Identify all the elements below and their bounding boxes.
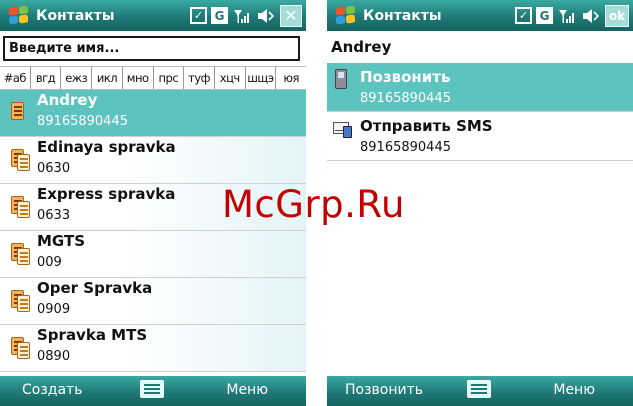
keyboard-icon[interactable]	[140, 380, 164, 398]
sim-contact-icon	[11, 196, 30, 218]
contact-number: 89165890445	[37, 114, 128, 129]
ok-button[interactable]: ok	[605, 4, 629, 27]
action-list: Позвонить 89165890445 Отправить SMS 8916…	[327, 63, 633, 161]
title-bar: Контакты ✓ G ok	[327, 0, 633, 31]
g-icon[interactable]: G	[211, 7, 228, 24]
sim-contact-icon	[11, 337, 30, 359]
contact-item[interactable]: Spravka MTS 0890	[0, 325, 306, 372]
contact-list: Andrey 89165890445 Edinaya spravka 0630 …	[0, 90, 306, 372]
action-number: 89165890445	[360, 140, 451, 155]
sms-icon	[333, 118, 353, 138]
menu-softkey[interactable]: Меню	[226, 382, 268, 398]
window-title: Контакты	[36, 7, 115, 24]
sim-contact-icon	[11, 149, 30, 171]
contact-number: 0630	[37, 161, 71, 176]
action-label: Отправить SMS	[360, 117, 493, 135]
softkey-bar: Позвонить Меню	[327, 376, 633, 406]
contact-number: 0633	[37, 208, 71, 223]
alpha-tab[interactable]: икл	[92, 67, 123, 89]
alpha-tab[interactable]: хцч	[215, 67, 246, 89]
start-menu-icon[interactable]	[6, 4, 30, 27]
alphabet-filter: #аб вгд ежз икл мно прс туф хцч шщэ юя	[0, 66, 306, 90]
g-icon[interactable]: G	[536, 7, 553, 24]
alpha-tab[interactable]: шщэ	[246, 67, 277, 89]
volume-icon[interactable]	[581, 6, 601, 26]
contact-name: Oper Spravka	[37, 279, 153, 297]
search-input[interactable]: Введите имя...	[3, 36, 300, 61]
contact-card-icon	[11, 102, 30, 124]
contact-name: MGTS	[37, 232, 86, 250]
checkbox-icon[interactable]: ✓	[515, 7, 532, 24]
volume-icon[interactable]	[256, 6, 276, 26]
alpha-tab[interactable]: прс	[154, 67, 185, 89]
keyboard-icon[interactable]	[467, 380, 491, 398]
phone-icon	[335, 69, 347, 89]
menu-softkey[interactable]: Меню	[553, 382, 595, 398]
alpha-tab[interactable]: туф	[184, 67, 215, 89]
action-label: Позвонить	[360, 68, 451, 86]
contact-name: Edinaya spravka	[37, 138, 176, 156]
contact-name: Andrey	[37, 91, 98, 109]
close-button[interactable]: ✕	[280, 4, 302, 27]
sim-contact-icon	[11, 290, 30, 312]
contact-number: 0909	[37, 302, 71, 317]
contact-item[interactable]: Oper Spravka 0909	[0, 278, 306, 325]
signal-icon[interactable]	[232, 6, 252, 26]
sim-contact-icon	[11, 243, 30, 265]
contact-item[interactable]: Andrey 89165890445	[0, 90, 306, 137]
signal-icon[interactable]	[557, 6, 577, 26]
contact-item[interactable]: MGTS 009	[0, 231, 306, 278]
alpha-tab[interactable]: мно	[123, 67, 154, 89]
watermark: McGrp.Ru	[222, 183, 405, 226]
start-menu-icon[interactable]	[333, 4, 357, 27]
contact-name-heading: Andrey	[331, 38, 392, 56]
action-number: 89165890445	[360, 91, 451, 106]
softkey-bar: Создать Меню	[0, 376, 306, 406]
alpha-tab[interactable]: юя	[276, 67, 306, 89]
contact-number: 0890	[37, 349, 71, 364]
contact-item[interactable]: Edinaya spravka 0630	[0, 137, 306, 184]
call-action[interactable]: Позвонить 89165890445	[327, 63, 633, 112]
window-title: Контакты	[363, 7, 442, 24]
create-softkey[interactable]: Создать	[22, 382, 82, 398]
alpha-tab[interactable]: вгд	[31, 67, 62, 89]
checkbox-icon[interactable]: ✓	[190, 7, 207, 24]
contact-number: 009	[37, 255, 62, 270]
title-bar: Контакты ✓ G ✕	[0, 0, 306, 31]
contact-name: Spravka MTS	[37, 326, 148, 344]
call-softkey[interactable]: Позвонить	[345, 382, 423, 398]
alpha-tab[interactable]: ежз	[61, 67, 93, 89]
alpha-tab[interactable]: #аб	[0, 67, 31, 89]
sms-action[interactable]: Отправить SMS 89165890445	[327, 112, 633, 161]
contact-name: Express spravka	[37, 185, 176, 203]
